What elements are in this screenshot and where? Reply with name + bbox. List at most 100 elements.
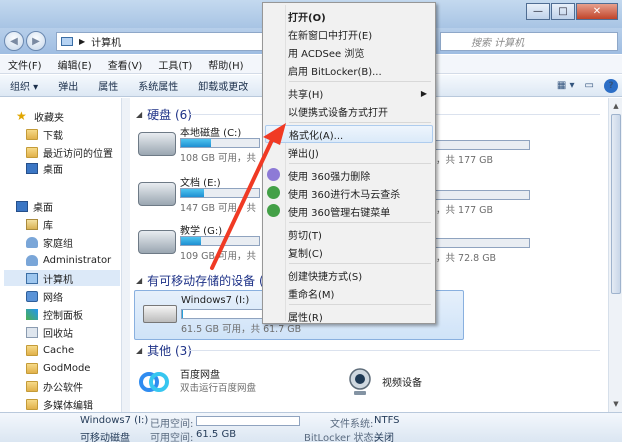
- drive-usage-bar: [180, 188, 260, 198]
- context-menu-item-8[interactable]: 格式化(A)...: [265, 125, 433, 143]
- item-baidu-netdisk[interactable]: 百度网盘 双击运行百度网盘: [138, 364, 338, 404]
- sidebar-item-7[interactable]: Administrator: [26, 252, 111, 268]
- search-input[interactable]: 搜索 计算机: [440, 32, 618, 51]
- toolbar-button-0[interactable]: 组织 ▾: [0, 78, 48, 93]
- context-menu-item-12[interactable]: 使用 360进行木马云查杀: [265, 184, 433, 202]
- menu-2[interactable]: 查看(V): [100, 57, 151, 72]
- item-description: 双击运行百度网盘: [180, 383, 257, 394]
- scroll-down-arrow-icon[interactable]: ▼: [610, 398, 622, 410]
- drive-total-size: ，共 177 GB: [436, 155, 494, 166]
- drive-usage-bar-right: [432, 190, 530, 200]
- item-name: 视频设备: [382, 378, 422, 389]
- context-menu-item-11[interactable]: 使用 360强力删除: [265, 166, 433, 184]
- menu-separator: [289, 81, 431, 82]
- sidebar-item-label: 办公软件: [43, 382, 83, 394]
- context-menu-item-16[interactable]: 复制(C): [265, 243, 433, 261]
- group-header-other[interactable]: ◢ 其他 (3): [136, 342, 192, 359]
- toolbar-button-2[interactable]: 属性: [88, 78, 128, 93]
- context-menu-item-6[interactable]: 以便携式设备方式打开: [265, 102, 433, 120]
- sidebar-item-9[interactable]: 网络: [26, 288, 63, 304]
- item-video-device[interactable]: 视频设备: [344, 364, 544, 404]
- drive-name: 本地磁盘 (C:): [180, 128, 242, 139]
- menu-4[interactable]: 帮助(H): [200, 57, 251, 72]
- maximize-button[interactable]: □: [551, 3, 575, 20]
- sidebar-item-12[interactable]: Cache: [26, 342, 74, 358]
- sidebar-item-label: GodMode: [43, 362, 91, 374]
- homegroup-icon: [26, 236, 38, 248]
- sidebar-item-label: 桌面: [33, 202, 53, 214]
- menu-3[interactable]: 工具(T): [150, 57, 200, 72]
- menu-1[interactable]: 编辑(E): [50, 57, 100, 72]
- collapse-icon: ◢: [136, 346, 143, 355]
- navigation-pane-scrollbar[interactable]: [122, 98, 130, 412]
- context-menu-item-19[interactable]: 重命名(M): [265, 284, 433, 302]
- content-scrollbar[interactable]: ▲ ▼: [608, 98, 622, 412]
- scroll-thumb[interactable]: [611, 114, 621, 294]
- drive-usage-bar-right: [432, 238, 530, 248]
- toolbar-button-1[interactable]: 弹出: [48, 78, 88, 93]
- status-free-label: 可用空间:: [150, 433, 194, 442]
- context-menu-item-13[interactable]: 使用 360管理右键菜单: [265, 202, 433, 220]
- drive-usage-bar: [181, 309, 271, 319]
- user-icon: [26, 254, 38, 266]
- help-icon[interactable]: ?: [604, 78, 618, 93]
- preview-pane-button[interactable]: ▭: [585, 80, 594, 91]
- library-icon: [26, 218, 38, 230]
- context-menu-label: 弹出(J): [288, 148, 319, 160]
- close-button[interactable]: ✕: [576, 3, 618, 20]
- context-menu-item-15[interactable]: 剪切(T): [265, 225, 433, 243]
- sidebar-item-14[interactable]: 办公软件: [26, 378, 83, 394]
- sidebar-item-4[interactable]: 桌面: [16, 198, 53, 214]
- context-menu-label: 打开(O): [288, 12, 326, 24]
- context-menu-item-3[interactable]: 启用 BitLocker(B)...: [265, 61, 433, 79]
- sidebar-item-8[interactable]: 计算机: [4, 270, 120, 286]
- sidebar-item-label: 多媒体编辑: [43, 400, 93, 412]
- context-menu-label: 用 ACDSee 浏览: [288, 48, 365, 60]
- breadcrumb[interactable]: 计算机: [91, 34, 121, 49]
- view-options-button[interactable]: ▦ ▾: [557, 80, 575, 91]
- context-menu-item-9[interactable]: 弹出(J): [265, 143, 433, 161]
- toolbar-button-3[interactable]: 系统属性: [128, 78, 188, 93]
- item-name: 百度网盘: [180, 370, 220, 381]
- group-header-hdd[interactable]: ◢ 硬盘 (6): [136, 106, 192, 123]
- sidebar-item-15[interactable]: 多媒体编辑: [26, 396, 93, 412]
- context-menu-item-2[interactable]: 用 ACDSee 浏览: [265, 43, 433, 61]
- group-header-removable[interactable]: ◢ 有可移动存储的设备 (1: [136, 272, 271, 289]
- forward-button[interactable]: ▶: [26, 31, 46, 51]
- sidebar-item-1[interactable]: 下载: [26, 126, 63, 142]
- webcam-icon: [349, 368, 371, 395]
- context-menu-item-18[interactable]: 创建快捷方式(S): [265, 266, 433, 284]
- sidebar-item-13[interactable]: GodMode: [26, 360, 90, 376]
- back-button[interactable]: ◀: [4, 31, 24, 51]
- context-menu-label: 创建快捷方式(S): [288, 271, 363, 283]
- context-menu-label: 使用 360管理右键菜单: [288, 207, 391, 219]
- context-menu-item-21[interactable]: 属性(R): [265, 307, 433, 325]
- status-fs-label: 文件系统:: [330, 419, 374, 430]
- drive-total-size: ，共 177 GB: [436, 205, 494, 216]
- group-title: 有可移动存储的设备 (1: [147, 274, 272, 288]
- toolbar-items: 组织 ▾ 弹出 属性 系统属性 卸载或更改: [0, 78, 258, 93]
- sidebar-item-5[interactable]: 库: [26, 216, 53, 232]
- hard-drive-icon: [138, 182, 176, 206]
- sidebar-item-label: 家庭组: [43, 238, 73, 250]
- scroll-up-arrow-icon[interactable]: ▲: [610, 100, 622, 112]
- sidebar-item-10[interactable]: 控制面板: [26, 306, 83, 322]
- collapse-icon: ◢: [136, 276, 143, 285]
- sidebar-item-3[interactable]: 桌面: [26, 160, 63, 176]
- toolbar-button-4[interactable]: 卸载或更改: [188, 78, 258, 93]
- menu-separator: [289, 304, 431, 305]
- forward-arrow-icon: ▶: [32, 35, 40, 47]
- toolbar-right: ▦ ▾ ▭ ?: [547, 78, 618, 93]
- menu-0[interactable]: 文件(F): [0, 57, 50, 72]
- context-menu-item-0[interactable]: 打开(O): [265, 7, 433, 25]
- sidebar-item-0[interactable]: ★ 收藏夹: [16, 108, 64, 124]
- group-title: 硬盘 (6): [147, 108, 192, 122]
- sidebar-item-6[interactable]: 家庭组: [26, 234, 73, 250]
- sidebar-item-11[interactable]: 回收站: [26, 324, 73, 340]
- context-menu-item-1[interactable]: 在新窗口中打开(E): [265, 25, 433, 43]
- folder-icon: [26, 344, 38, 356]
- sidebar-item-2[interactable]: 最近访问的位置: [26, 144, 113, 160]
- explorer-window: — □ ✕ ◀ ▶ ▶ 计算机 搜索 计算机 文件(F) 编辑(E) 查看(V) 工具…: [0, 0, 622, 442]
- context-menu-item-5[interactable]: 共享(H) ▶: [265, 84, 433, 102]
- minimize-button[interactable]: —: [526, 3, 550, 20]
